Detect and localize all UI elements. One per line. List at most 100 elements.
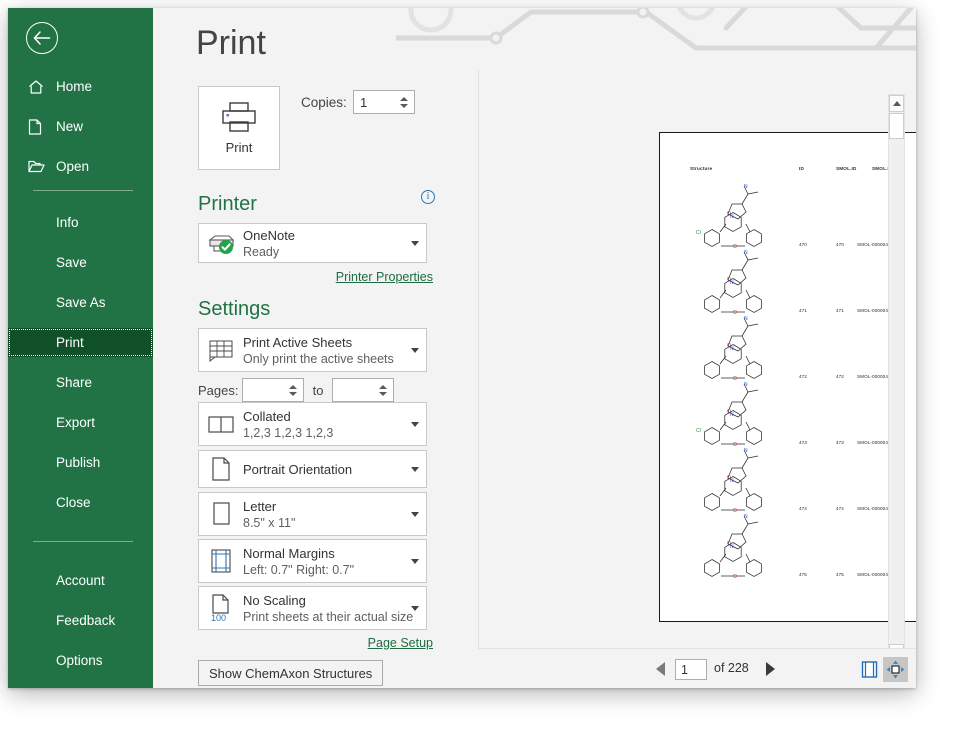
sidebar-item-close[interactable]: Close [8, 488, 153, 517]
sidebar-item-home[interactable]: Home [8, 72, 153, 101]
preview-table-cell: 473 [799, 440, 807, 445]
zoom-to-page-button[interactable] [883, 657, 908, 682]
print-button-label: Print [225, 140, 253, 155]
preview-table-cell: 472 [836, 374, 844, 379]
print-what-subtitle: Only print the active sheets [243, 351, 394, 366]
scrollbar-thumb[interactable] [889, 113, 904, 139]
page-number-input[interactable] [675, 659, 707, 680]
collation-select[interactable]: Collated 1,2,3 1,2,3 1,2,3 [198, 402, 427, 446]
triangle-up-icon [892, 101, 901, 106]
sidebar-item-print[interactable]: Print [8, 328, 153, 357]
sidebar-item-info[interactable]: Info [8, 208, 153, 237]
sidebar-item-options[interactable]: Options [8, 646, 153, 675]
pages-to-arrows[interactable] [377, 379, 389, 401]
preview-table-cell: 475 [799, 572, 807, 577]
orientation-title: Portrait Orientation [243, 461, 353, 477]
print-what-select[interactable]: Print Active Sheets Only print the activ… [198, 328, 427, 372]
stepper-up-icon[interactable] [400, 96, 408, 101]
preview-table-cell: 474 [799, 506, 807, 511]
margins-dropdown-arrow[interactable] [404, 558, 426, 564]
svg-text:N: N [744, 382, 748, 388]
scroll-up-button[interactable] [889, 95, 904, 112]
circuit-ring-icon [408, 8, 454, 33]
sidebar-item-open[interactable]: Open [8, 152, 153, 181]
zoom-to-page-icon [886, 660, 905, 679]
sidebar-item-export[interactable]: Export [8, 408, 153, 437]
chemical-structure-icon: NOON [704, 514, 762, 580]
preview-sheet[interactable]: StructureIDSMOL.IDSMOL.IDXSMOL.SIDNOONCl… [659, 132, 916, 622]
backstage-main: Print Print Copies: 1 Printer i OneNote … [153, 8, 916, 688]
paper-size-select[interactable]: Letter 8.5" x 11" [198, 492, 427, 536]
printer-info-icon[interactable]: i [421, 190, 435, 204]
sidebar-item-new[interactable]: New [8, 112, 153, 141]
stepper-down-icon[interactable] [379, 391, 387, 396]
paper-size-dropdown-arrow[interactable] [404, 511, 426, 517]
preview-table-cell: 470 [799, 242, 807, 247]
chevron-down-icon [411, 347, 419, 353]
scaling-badge-text: 100 [211, 613, 226, 622]
scaling-icon: 100 [199, 594, 243, 622]
sidebar-item-label: Options [56, 653, 103, 668]
svg-text:N: N [744, 448, 748, 454]
pages-from-stepper[interactable] [242, 378, 304, 402]
margins-select[interactable]: Normal Margins Left: 0.7" Right: 0.7" [198, 539, 427, 583]
sidebar-item-label: Open [56, 159, 90, 174]
sidebar-item-label: Publish [56, 455, 101, 470]
show-chemaxon-structures-button[interactable]: Show ChemAxon Structures [198, 660, 384, 686]
copies-input[interactable] [354, 91, 398, 113]
sidebar-item-account[interactable]: Account [8, 566, 153, 595]
collation-dropdown-arrow[interactable] [404, 421, 426, 427]
back-button[interactable] [26, 22, 58, 54]
pages-from-input[interactable] [243, 379, 287, 401]
sidebar-item-publish[interactable]: Publish [8, 448, 153, 477]
show-margins-button[interactable] [857, 657, 882, 682]
margins-subtitle: Left: 0.7" Right: 0.7" [243, 562, 355, 577]
next-page-button[interactable] [766, 662, 775, 676]
orientation-dropdown-arrow[interactable] [404, 466, 426, 472]
preview-table-cell: 475 [836, 572, 844, 577]
stepper-up-icon[interactable] [379, 384, 387, 389]
page-setup-link[interactable]: Page Setup [368, 636, 433, 650]
page-title: Print [196, 24, 266, 62]
sidebar-divider-1 [33, 190, 133, 191]
chevron-down-icon [411, 421, 419, 427]
new-icon [28, 118, 52, 135]
pages-to-stepper[interactable] [332, 378, 394, 402]
orientation-select[interactable]: Portrait Orientation [198, 450, 427, 488]
printer-dropdown-arrow[interactable] [404, 240, 426, 246]
show-margins-icon [861, 661, 878, 678]
sidebar-item-label: Share [56, 375, 93, 390]
printer-properties-link[interactable]: Printer Properties [336, 270, 433, 284]
copies-stepper[interactable] [353, 90, 415, 114]
sidebar-item-label: Info [56, 215, 79, 230]
scaling-select[interactable]: 100 No Scaling Print sheets at their act… [198, 586, 427, 630]
sidebar-item-share[interactable]: Share [8, 368, 153, 397]
circuit-node-icon [489, 31, 503, 45]
copies-stepper-arrows[interactable] [398, 91, 410, 113]
scaling-dropdown-arrow[interactable] [404, 605, 426, 611]
stepper-down-icon[interactable] [400, 103, 408, 108]
sidebar-item-save-as[interactable]: Save As [8, 288, 153, 317]
back-arrow-icon [33, 31, 51, 45]
sidebar-item-feedback[interactable]: Feedback [8, 606, 153, 635]
print-what-dropdown-arrow[interactable] [404, 347, 426, 353]
preview-table-cell: 471 [836, 308, 844, 313]
svg-text:N: N [730, 544, 734, 550]
pages-to-input[interactable] [333, 379, 377, 401]
print-button[interactable]: Print [198, 86, 280, 170]
pages-from-arrows[interactable] [287, 379, 299, 401]
svg-text:N: N [744, 250, 748, 256]
print-preview-pane: StructureIDSMOL.IDSMOL.IDXSMOL.SIDNOONCl… [478, 70, 916, 688]
svg-text:N: N [744, 184, 748, 190]
preview-scrollbar[interactable] [888, 94, 905, 662]
sidebar-item-label: Save As [56, 295, 106, 310]
printer-select[interactable]: OneNote Ready [198, 223, 427, 263]
sidebar-item-label: Feedback [56, 613, 116, 628]
previous-page-button[interactable] [656, 662, 665, 676]
stepper-up-icon[interactable] [289, 384, 297, 389]
print-what-title: Print Active Sheets [243, 334, 353, 350]
sidebar-item-save[interactable]: Save [8, 248, 153, 277]
stepper-down-icon[interactable] [289, 391, 297, 396]
sidebar-item-label: Close [56, 495, 91, 510]
preview-navigation-bar: of 228 [478, 648, 916, 688]
